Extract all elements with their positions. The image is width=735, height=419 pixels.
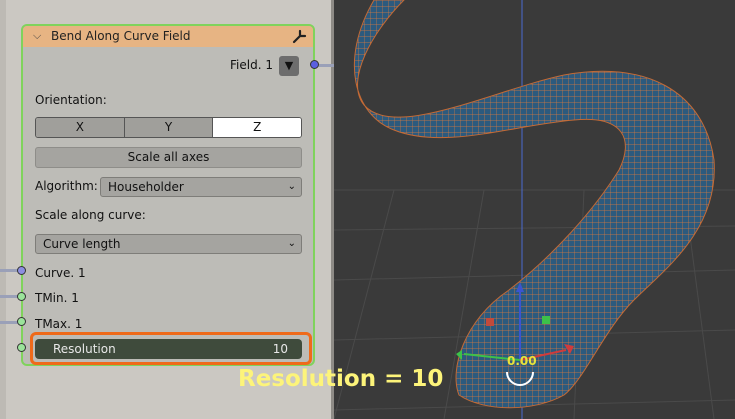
gizmo-value-readout: 0.00 — [507, 354, 537, 368]
tmax-input-socket[interactable] — [17, 317, 26, 326]
scale-along-select[interactable]: Curve length ⌄ — [35, 234, 302, 254]
collapse-chevron-icon[interactable]: ⌵ — [33, 29, 41, 43]
field-output-label: Field. 1 — [230, 58, 273, 72]
algorithm-label: Algorithm: — [35, 179, 98, 193]
curve-input-label: Curve. 1 — [35, 266, 86, 280]
orientation-selector[interactable]: X Y Z — [35, 117, 302, 138]
editor-edge-strip — [0, 0, 6, 419]
resolution-highlight-box — [30, 332, 312, 365]
axis-y-button[interactable]: Y — [124, 118, 214, 137]
scale-along-value: Curve length — [43, 237, 121, 251]
wrench-icon[interactable] — [291, 28, 307, 44]
resolution-caption: Resolution = 10 — [238, 366, 444, 392]
orientation-label: Orientation: — [35, 93, 107, 107]
node-title: Bend Along Curve Field — [51, 29, 191, 43]
field-output-socket[interactable] — [310, 60, 319, 69]
tmin-input-label: TMin. 1 — [35, 291, 79, 305]
dropdown-arrow-icon[interactable]: ▼ — [279, 56, 299, 76]
resolution-input-socket[interactable] — [17, 343, 26, 352]
algorithm-select[interactable]: Householder ⌄ — [100, 177, 302, 197]
scale-along-label: Scale along curve: — [35, 208, 146, 222]
chevron-down-icon: ⌄ — [287, 238, 296, 249]
field-output-wire — [318, 64, 334, 67]
scale-all-axes-button[interactable]: Scale all axes — [35, 147, 302, 168]
algorithm-value: Householder — [108, 180, 184, 194]
axis-z-button[interactable]: Z — [213, 118, 301, 137]
node-header[interactable]: ⌵ Bend Along Curve Field — [23, 26, 313, 47]
curve-input-socket[interactable] — [17, 266, 26, 275]
tmin-input-socket[interactable] — [17, 292, 26, 301]
tmax-input-label: TMax. 1 — [35, 317, 83, 331]
axis-x-button[interactable]: X — [36, 118, 125, 137]
chevron-down-icon: ⌄ — [287, 181, 296, 192]
bend-along-curve-node[interactable]: ⌵ Bend Along Curve Field Field. 1 ▼ Orie… — [21, 24, 315, 366]
